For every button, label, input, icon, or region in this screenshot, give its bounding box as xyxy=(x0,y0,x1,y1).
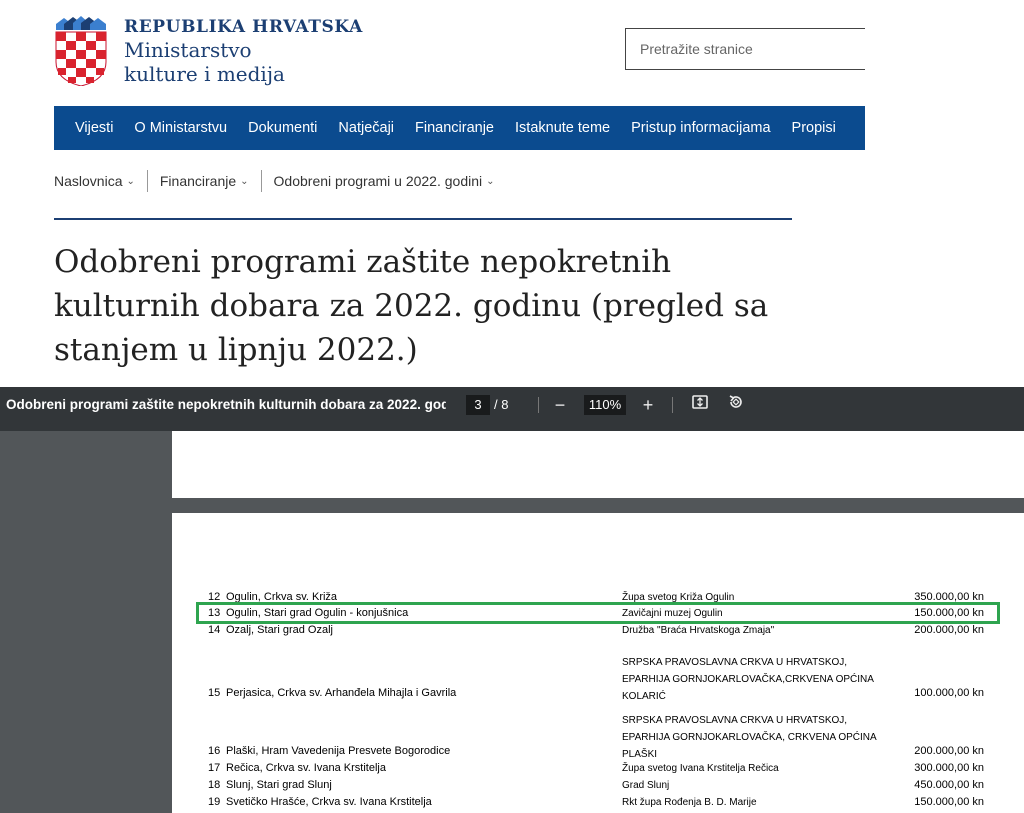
row-organization: Rkt župa Rođenja B. D. Marije xyxy=(622,797,757,808)
row-location: Svetičko Hrašće, Crkva sv. Ivana Krstite… xyxy=(226,796,432,808)
row-organization: Grad Slunj xyxy=(622,780,670,791)
row-number: 16 xyxy=(208,745,221,757)
nav-item-dokumenti[interactable]: Dokumenti xyxy=(238,106,328,150)
nav-item-propisi[interactable]: Propisi xyxy=(781,106,846,150)
row-location: Plaški, Hram Vavedenija Presvete Bogorod… xyxy=(226,745,451,757)
row-amount: 200.000,00 kn xyxy=(914,624,984,636)
breadcrumb: Naslovnica ⌄ Financiranje ⌄ Odobreni progr… xyxy=(54,170,507,192)
row-amount: 200.000,00 kn xyxy=(914,745,984,757)
rotate-icon[interactable] xyxy=(724,393,748,417)
toolbar-divider xyxy=(538,397,539,413)
breadcrumb-label: Odobreni programi u 2022. godini xyxy=(273,173,483,189)
row-organization: SRPSKA PRAVOSLAVNA CRKVA U HRVATSKOJ, EP… xyxy=(622,715,877,760)
nav-item-o-ministarstvu[interactable]: O Ministarstvu xyxy=(124,106,238,150)
zoom-level[interactable]: 110% xyxy=(584,395,626,415)
nav-item-vijesti[interactable]: Vijesti xyxy=(54,106,124,150)
nav-item-istaknute-teme[interactable]: Istaknute teme xyxy=(505,106,621,150)
row-organization: SRPSKA PRAVOSLAVNA CRKVA U HRVATSKOJ, EP… xyxy=(622,657,874,702)
row-number: 14 xyxy=(208,624,221,636)
pdf-page-prev xyxy=(172,431,1024,498)
fit-page-icon[interactable] xyxy=(688,393,712,417)
row-amount: 150.000,00 kn xyxy=(914,796,984,808)
breadcrumb-divider xyxy=(146,170,148,192)
row-location: Ozalj, Stari grad Ozalj xyxy=(226,624,333,636)
breadcrumb-item-home[interactable]: Naslovnica ⌄ xyxy=(54,173,147,189)
row-organization: Župa svetog Ivana Krstitelja Rečica xyxy=(622,763,779,774)
chevron-down-icon: ⌄ xyxy=(486,175,495,187)
pdf-document-title: Odobreni programi zaštite nepokretnih ku… xyxy=(6,397,446,412)
nav-item-pristup-informacijama[interactable]: Pristup informacijama xyxy=(621,106,781,150)
breadcrumb-item-current[interactable]: Odobreni programi u 2022. godini ⌄ xyxy=(274,173,507,189)
brand-logo-text[interactable]: REPUBLIKA HRVATSKA Ministarstvo kulture … xyxy=(124,16,363,86)
breadcrumb-label: Naslovnica xyxy=(54,173,123,189)
pdf-page-current: 12 Ogulin, Crkva sv. Križa Župa svetog K… xyxy=(172,513,1024,813)
nav-item-financiranje[interactable]: Financiranje xyxy=(405,106,505,150)
toolbar-divider xyxy=(672,397,673,413)
breadcrumb-label: Financiranje xyxy=(159,173,237,189)
breadcrumb-item-financiranje[interactable]: Financiranje ⌄ xyxy=(160,173,261,189)
row-organization: Družba "Braća Hrvatskoga Zmaja" xyxy=(622,625,775,636)
pdf-toolbar: Odobreni programi zaštite nepokretnih ku… xyxy=(0,387,1024,431)
page-title: Odobreni programi zaštite nepokretnih ku… xyxy=(54,244,769,368)
title-divider xyxy=(54,218,792,220)
page-total: / 8 xyxy=(494,397,509,412)
search-input[interactable] xyxy=(626,29,874,69)
pdf-viewer[interactable]: Odobreni programi zaštite nepokretnih ku… xyxy=(0,387,1024,813)
brand-line-country: REPUBLIKA HRVATSKA xyxy=(124,17,363,37)
main-nav: Vijesti O Ministarstvu Dokumenti Natječa… xyxy=(54,106,865,150)
page-number-input[interactable]: 3 xyxy=(466,395,490,415)
chevron-down-icon: ⌄ xyxy=(240,175,249,187)
breadcrumb-divider xyxy=(260,170,262,192)
row-location: Rečica, Crkva sv. Ivana Krstitelja xyxy=(226,762,386,774)
row-number: 17 xyxy=(208,762,221,774)
brand-line-ministry: Ministarstvo xyxy=(124,38,252,62)
row-amount: 100.000,00 kn xyxy=(914,687,984,699)
row-number: 18 xyxy=(208,779,221,791)
row-amount: 450.000,00 kn xyxy=(914,779,984,791)
zoom-out-icon[interactable]: − xyxy=(548,393,572,417)
zoom-in-icon[interactable]: + xyxy=(636,393,660,417)
site-header: REPUBLIKA HRVATSKA Ministarstvo kulture … xyxy=(0,0,1024,106)
row-number: 19 xyxy=(208,796,221,808)
chevron-down-icon: ⌄ xyxy=(126,175,135,187)
row-number: 15 xyxy=(208,687,221,699)
search-box xyxy=(625,28,874,70)
row-location: Slunj, Stari grad Slunj xyxy=(226,779,332,791)
highlight-box xyxy=(196,602,1000,624)
crest-icon[interactable] xyxy=(54,16,108,86)
row-amount: 300.000,00 kn xyxy=(914,762,984,774)
brand-line-department: kulture i medija xyxy=(124,62,285,86)
row-location: Perjasica, Crkva sv. Arhanđela Mihajla i… xyxy=(226,687,457,699)
nav-item-natjecaji[interactable]: Natječaji xyxy=(328,106,405,150)
